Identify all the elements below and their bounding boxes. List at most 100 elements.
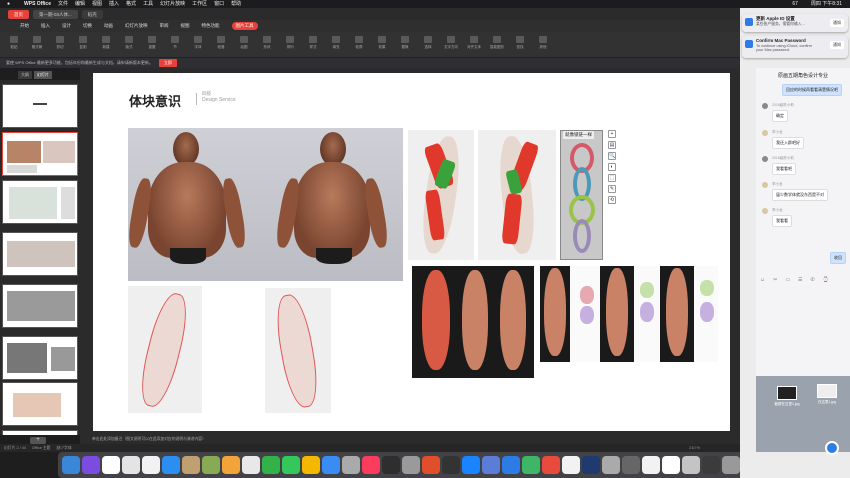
dock-app-icon[interactable]	[182, 456, 200, 474]
menu-workspace[interactable]: 工作区	[192, 0, 207, 8]
dock-app-icon[interactable]	[342, 456, 360, 474]
dock-app-icon[interactable]	[622, 456, 640, 474]
reset-button[interactable]: 重置	[142, 35, 162, 54]
menu-file[interactable]: 文件	[58, 0, 68, 8]
slide-title[interactable]: 体块意识	[129, 91, 181, 110]
slide-thumbnail[interactable]	[2, 382, 78, 426]
dock-app-icon[interactable]	[82, 456, 100, 474]
notice-button[interactable]: 立即	[158, 59, 177, 67]
fill-button[interactable]: 填充	[326, 35, 346, 54]
style-icon[interactable]: ◐	[608, 163, 616, 171]
add-icon[interactable]: +	[608, 130, 616, 138]
edit-icon[interactable]: ✎	[608, 185, 616, 193]
arm-diagram-image[interactable]	[408, 130, 474, 260]
tab-docer[interactable]: 稻壳	[81, 9, 103, 19]
slide-thumbnail[interactable]	[2, 84, 78, 128]
layout-button[interactable]: 版式	[119, 35, 139, 54]
slide-thumbnail[interactable]	[2, 232, 78, 276]
style-button[interactable]: 样式	[303, 35, 323, 54]
dock-app-icon[interactable]	[102, 456, 120, 474]
menu-insert[interactable]: 插入	[109, 0, 119, 8]
ribbon-tab-view[interactable]: 视图	[181, 23, 190, 29]
notification-confirm-password[interactable]: Confirm Mac Password To continue using i…	[742, 36, 848, 58]
ribbon-tab-slideshow[interactable]: 幻灯片放映	[125, 23, 148, 29]
slide-thumbnail[interactable]	[2, 180, 78, 224]
ribbon-tab-picture-tools[interactable]: 图片工具	[231, 22, 258, 30]
phone-icon[interactable]: ✆	[811, 277, 815, 283]
history-icon[interactable]: ☰	[798, 277, 802, 283]
align-text-button[interactable]: 对齐文本	[464, 35, 484, 54]
dock-app-icon[interactable]	[322, 456, 340, 474]
shape-button[interactable]: 形状	[257, 35, 277, 54]
dock-app-icon[interactable]	[142, 456, 160, 474]
ribbon-tab-animation[interactable]: 动画	[104, 23, 113, 29]
menu-tools[interactable]: 工具	[143, 0, 153, 8]
dock-app-icon[interactable]	[422, 456, 440, 474]
zoom-level[interactable]: 210 %	[689, 446, 700, 450]
draw-button[interactable]: 绘图	[234, 35, 254, 54]
chat-message[interactable]: 届少数学体就没东西是不对	[772, 189, 828, 201]
chat-message[interactable]: 我还入群吧好	[772, 137, 804, 149]
desktop-file[interactable]: 在这里1.jpg	[812, 384, 842, 405]
dock-app-icon[interactable]	[482, 456, 500, 474]
chat-message[interactable]: 我看看	[772, 215, 792, 227]
chat-message[interactable]: 收回	[830, 252, 846, 264]
notification-button[interactable]: 通知	[830, 41, 844, 49]
slide-thumbnail[interactable]	[2, 430, 78, 435]
copy-button[interactable]: 复制	[73, 35, 93, 54]
dock-app-icon[interactable]	[122, 456, 140, 474]
avatar[interactable]	[762, 182, 768, 188]
dock-app-icon[interactable]	[662, 456, 680, 474]
chat-window[interactable]	[756, 68, 850, 376]
smartart-button[interactable]: 智能图形	[487, 35, 507, 54]
dock-app-icon[interactable]	[522, 456, 540, 474]
file-icon[interactable]: ▭	[785, 277, 790, 283]
dock-app-icon[interactable]	[222, 456, 240, 474]
paragraph-button[interactable]: 段落	[211, 35, 231, 54]
format-painter-button[interactable]: 格式刷	[27, 35, 47, 54]
tab-home[interactable]: 首页	[8, 9, 29, 19]
torso-render-image[interactable]	[128, 128, 403, 281]
dock-app-icon[interactable]	[402, 456, 420, 474]
dock-app-icon[interactable]	[62, 456, 80, 474]
dock-app-icon[interactable]	[722, 456, 740, 474]
dock-app-icon[interactable]	[462, 456, 480, 474]
slide-thumbnail[interactable]	[2, 284, 78, 328]
dock-app-icon[interactable]	[202, 456, 220, 474]
rotate-icon[interactable]: ⟲	[608, 196, 616, 204]
dock-app-icon[interactable]	[682, 456, 700, 474]
ribbon-tab-features[interactable]: 特色功能	[202, 23, 220, 29]
chat-message[interactable]: 我看看吧	[772, 163, 796, 175]
find-button[interactable]: 查找	[510, 35, 530, 54]
forearm-photo-image[interactable]	[412, 266, 534, 378]
dock-app-icon[interactable]	[382, 456, 400, 474]
avatar[interactable]	[762, 208, 768, 214]
menu-window[interactable]: 窗口	[214, 0, 224, 8]
ribbon-tab-start[interactable]: 开始	[20, 23, 29, 29]
ribbon-tab-transition[interactable]: 切换	[83, 23, 92, 29]
slide-subtitle-en[interactable]: Design Service	[202, 97, 236, 103]
dock-app-icon[interactable]	[562, 456, 580, 474]
chain-image[interactable]	[560, 130, 603, 260]
paste-button[interactable]: 粘贴	[4, 35, 24, 54]
assistant-float-button[interactable]	[825, 441, 839, 455]
slide-thumbnail[interactable]	[2, 336, 78, 380]
forearm-diagram-image[interactable]	[540, 266, 718, 362]
dock-app-icon[interactable]	[542, 456, 560, 474]
add-slide-button[interactable]: +	[30, 437, 46, 444]
menu-slideshow[interactable]: 幻灯片放映	[160, 0, 185, 8]
avatar[interactable]	[762, 103, 768, 109]
dock-app-icon[interactable]	[642, 456, 660, 474]
dock-app-icon[interactable]	[302, 456, 320, 474]
cut-button[interactable]: 剪切	[50, 35, 70, 54]
screenshot-icon[interactable]: ✂	[773, 277, 777, 283]
dock-app-icon[interactable]	[242, 456, 260, 474]
battery-status[interactable]: 67	[792, 0, 798, 8]
dock-app-icon[interactable]	[582, 456, 600, 474]
tab-slides[interactable]: 幻灯片	[34, 71, 52, 79]
chat-message[interactable]: 确定	[772, 110, 788, 122]
slide-thumbnails[interactable]	[0, 80, 80, 435]
notes-placeholder[interactable]: 单击此处添加备注（图文说明可以在此添加对应的说明与演讲内容）	[92, 437, 206, 442]
clock[interactable]: 周四 下午8:31	[811, 0, 842, 8]
dock-app-icon[interactable]	[502, 456, 520, 474]
